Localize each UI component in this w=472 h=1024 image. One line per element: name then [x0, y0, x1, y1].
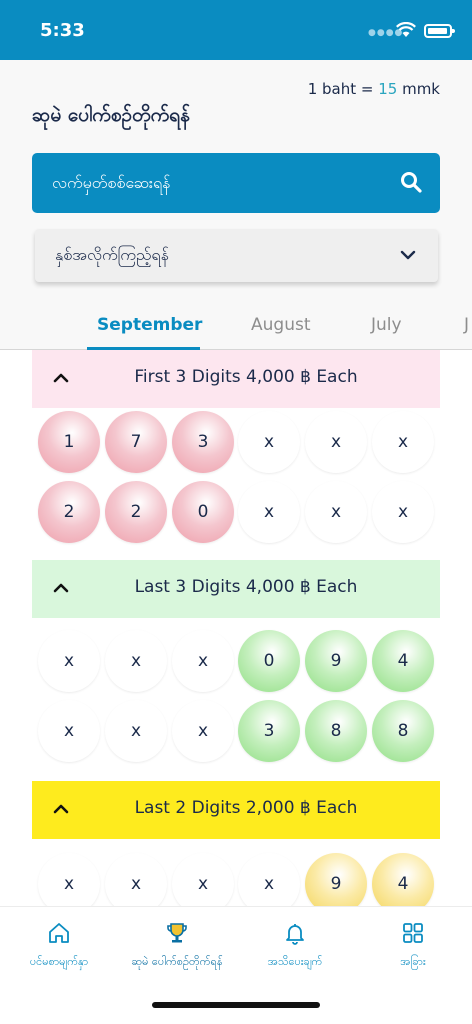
number-grid-first3: 173xxx220xxx — [32, 408, 440, 558]
trophy-icon — [167, 923, 187, 943]
number-ball-empty: x — [38, 630, 100, 692]
number-ball-empty: x — [105, 630, 167, 692]
number-ball: 3 — [238, 700, 300, 762]
nav-notifications-label: အသိပေးချက် — [267, 955, 323, 968]
nav-results-label: ဆုမဲ ပေါက်စဉ်တိုက်ရန် — [131, 955, 223, 968]
number-ball: 8 — [372, 700, 434, 762]
number-ball: 8 — [305, 700, 367, 762]
nav-others[interactable]: အခြား — [354, 907, 472, 977]
section-title-first3: First 3 Digits 4,000 ฿ Each — [134, 367, 358, 387]
tab-july[interactable]: July — [371, 315, 402, 335]
grid-icon — [403, 923, 423, 943]
section-title-last3: Last 3 Digits 4,000 ฿ Each — [134, 577, 358, 597]
month-tabs: September August July J — [0, 305, 472, 350]
number-grid-last3: xxx094xxx388 — [32, 618, 440, 778]
exchange-rate-value: 15 — [378, 80, 398, 98]
number-ball-empty: x — [372, 481, 434, 543]
nav-home[interactable]: ပင်မစာမျက်နှာ — [0, 907, 118, 977]
number-ball: 0 — [172, 481, 234, 543]
number-ball-empty: x — [372, 411, 434, 473]
home-indicator — [152, 1002, 320, 1008]
number-ball-empty: x — [172, 700, 234, 762]
number-ball-empty: x — [172, 630, 234, 692]
wifi-icon — [396, 22, 416, 37]
nav-others-label: အခြား — [400, 955, 426, 968]
number-ball-empty: x — [238, 481, 300, 543]
section-header-last2[interactable]: Last 2 Digits 2,000 ฿ Each — [32, 781, 440, 839]
section-title-last2: Last 2 Digits 2,000 ฿ Each — [134, 798, 358, 818]
year-select[interactable]: နှစ်အလိုက်ကြည့်ရန် — [35, 229, 438, 282]
tab-august[interactable]: August — [251, 315, 311, 335]
year-select-label: နှစ်အလိုက်ကြည့်ရန် — [55, 245, 169, 264]
page-title: ဆုမဲ ပေါက်စဉ်တိုက်ရန် — [32, 104, 190, 126]
number-ball: 0 — [238, 630, 300, 692]
home-icon — [49, 923, 69, 943]
status-bar: 5:33 ●●●● — [0, 0, 472, 60]
number-ball: 7 — [105, 411, 167, 473]
number-ball: 3 — [172, 411, 234, 473]
number-ball-empty: x — [38, 700, 100, 762]
section-header-last3[interactable]: Last 3 Digits 4,000 ฿ Each — [32, 560, 440, 618]
ticket-check-label: လက်မှတ်စစ်ဆေးရန် — [52, 173, 171, 192]
nav-notifications[interactable]: အသိပေးချက် — [236, 907, 354, 977]
ticket-check-button[interactable]: လက်မှတ်စစ်ဆေးရန် — [32, 153, 440, 213]
number-ball-empty: x — [238, 411, 300, 473]
status-time: 5:33 — [40, 20, 85, 41]
number-ball: 1 — [38, 411, 100, 473]
battery-icon — [424, 24, 455, 38]
number-ball-empty: x — [105, 700, 167, 762]
tab-september[interactable]: September — [97, 315, 202, 335]
number-ball-empty: x — [305, 481, 367, 543]
section-header-first3[interactable]: First 3 Digits 4,000 ฿ Each — [32, 350, 440, 408]
exchange-rate: 1 baht = 15 mmk — [307, 80, 440, 98]
search-icon — [401, 172, 422, 193]
number-ball: 2 — [38, 481, 100, 543]
nav-results[interactable]: ဆုမဲ ပေါက်စဉ်တိုက်ရန် — [118, 907, 236, 977]
tab-june[interactable]: J — [464, 315, 469, 335]
bell-icon — [286, 924, 304, 945]
number-ball: 9 — [305, 630, 367, 692]
number-ball-empty: x — [305, 411, 367, 473]
chevron-down-icon — [400, 250, 416, 260]
nav-home-label: ပင်မစာမျက်နှာ — [29, 955, 89, 968]
number-ball: 2 — [105, 481, 167, 543]
number-grid-last2: xxxx94 — [32, 839, 440, 915]
number-ball: 4 — [372, 630, 434, 692]
